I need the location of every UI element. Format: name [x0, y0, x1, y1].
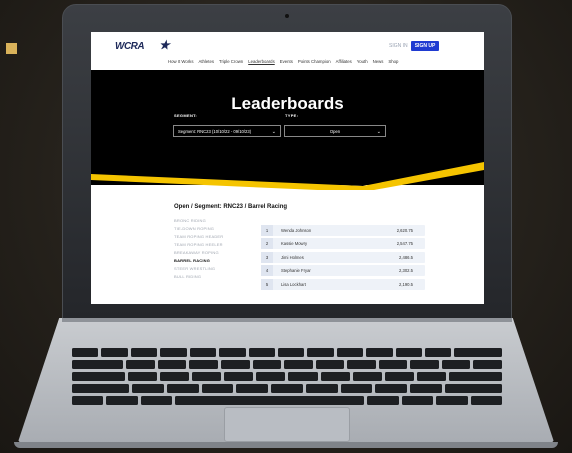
event-item[interactable]: TEAM ROPING HEELER: [174, 242, 223, 250]
nav-item-shop[interactable]: Shop: [388, 59, 398, 64]
logo-star-icon: ★: [159, 38, 170, 52]
name-cell: Jimi Holmes: [281, 254, 304, 260]
score-cell: 2,190.5: [399, 281, 413, 287]
nav-item-affiliates[interactable]: Affiliates: [336, 59, 352, 64]
table-row[interactable]: 3 Jimi Holmes 2,486.5: [261, 251, 425, 263]
page-title: Leaderboards: [231, 94, 344, 113]
main-nav: How It Works Athletes Triple Crown Leade…: [168, 59, 398, 64]
nav-item-triple-crown[interactable]: Triple Crown: [219, 59, 243, 64]
laptop-lid: WCRA ★ SIGN IN SIGN UP How It Works Athl…: [62, 4, 512, 322]
leaderboard-table: 1 Wenda Johnson 2,620.75 2 Kassie Mowry …: [261, 225, 425, 292]
event-item-current[interactable]: BARREL RACING: [174, 258, 223, 266]
laptop-hinge: [62, 318, 512, 322]
segment-label: SEGMENT:: [174, 113, 198, 118]
event-item[interactable]: TEAM ROPING HEADER: [174, 234, 223, 242]
table-row[interactable]: 2 Kassie Mowry 2,547.75: [261, 238, 425, 250]
chevron-down-icon: ⌄: [271, 129, 276, 135]
accent-square: [6, 43, 17, 54]
nav-item-news[interactable]: News: [373, 59, 384, 64]
name-cell: Wenda Johnson: [281, 228, 312, 233]
site-logo[interactable]: WCRA ★: [115, 38, 170, 53]
nav-item-how-it-works[interactable]: How It Works: [168, 59, 193, 64]
type-value: Open: [329, 129, 341, 134]
rank-cell: 1: [261, 225, 273, 236]
nav-item-athletes[interactable]: Athletes: [198, 59, 214, 64]
rank-cell: 2: [261, 238, 273, 250]
keyboard: [72, 348, 503, 410]
event-item[interactable]: BREAKAWAY ROPING: [174, 250, 223, 258]
table-row[interactable]: 1 Wenda Johnson 2,620.75: [261, 225, 425, 236]
sign-in-link[interactable]: SIGN IN: [389, 43, 408, 49]
logo-text: WCRA: [115, 41, 145, 52]
type-label: TYPE:: [285, 113, 299, 118]
event-list: BRONC RIDING TIE-DOWN ROPING TEAM ROPING…: [174, 218, 223, 282]
rank-cell: 3: [261, 251, 273, 263]
table-row[interactable]: 4 Stephanie Fryar 2,302.5: [261, 265, 425, 277]
site-header: WCRA ★ SIGN IN SIGN UP How It Works Athl…: [91, 32, 484, 70]
segment-select[interactable]: Segment: RNC23 (10/10/22 - 09/10/23) ⌄: [173, 125, 281, 137]
yellow-stripe: [91, 150, 484, 190]
score-cell: 2,486.5: [399, 254, 413, 260]
nav-item-points-champion[interactable]: Points Champion: [298, 59, 331, 64]
score-cell: 2,547.75: [396, 241, 413, 247]
segment-value: Segment: RNC23 (10/10/22 - 09/10/23): [178, 129, 252, 134]
score-cell: 2,620.75: [396, 228, 413, 233]
name-cell: Stephanie Fryar: [281, 268, 311, 274]
table-row[interactable]: 5 Lisa Lockhart 2,190.5: [261, 278, 425, 290]
name-cell: Kassie Mowry: [281, 241, 308, 247]
rank-cell: 5: [261, 278, 273, 290]
event-item[interactable]: TIE-DOWN ROPING: [174, 226, 223, 234]
name-cell: Lisa Lockhart: [281, 281, 306, 287]
nav-item-events[interactable]: Events: [280, 59, 293, 64]
event-item[interactable]: STEER WRESTLING: [174, 266, 223, 274]
chevron-down-icon: ⌄: [376, 129, 381, 135]
section-title: Open / Segment: RNC23 / Barrel Racing: [174, 204, 288, 210]
event-item[interactable]: BULL RIDING: [174, 274, 223, 282]
webcam-icon: [285, 14, 289, 18]
sign-up-button[interactable]: SIGN UP: [411, 41, 439, 51]
laptop-screen: WCRA ★ SIGN IN SIGN UP How It Works Athl…: [91, 32, 484, 304]
rank-cell: 4: [261, 265, 273, 277]
trackpad: [224, 407, 350, 442]
type-select[interactable]: Open ⌄: [284, 125, 386, 137]
nav-item-youth[interactable]: Youth: [357, 59, 368, 64]
nav-item-leaderboards[interactable]: Leaderboards: [248, 59, 275, 64]
laptop-base-edge: [14, 442, 558, 448]
score-cell: 2,302.5: [399, 268, 413, 274]
event-item[interactable]: BRONC RIDING: [174, 218, 223, 226]
